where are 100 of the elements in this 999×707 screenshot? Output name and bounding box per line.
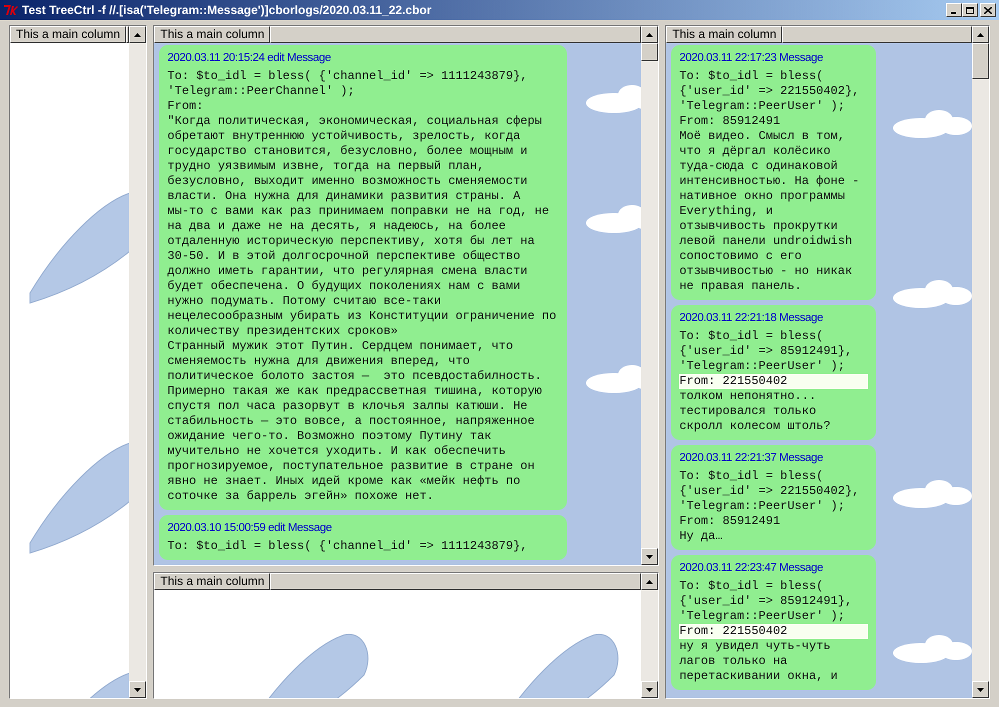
maximize-icon	[966, 6, 974, 14]
message-line: власти. Она нужна для динамики развития страны. А	[167, 189, 522, 204]
message-line: мучительно не хочется уходить. И как обеспечить	[167, 444, 507, 459]
maximize-button[interactable]	[962, 3, 978, 17]
message-line: {'user_id' => 221550402},	[679, 484, 860, 499]
message-line: To: $to_idl = bless( {'channel_id' => 1111243879},	[167, 539, 528, 554]
scroll-up-button[interactable]	[641, 26, 658, 43]
message-line: государство становится, безусловно, более мощным и	[167, 144, 528, 159]
column-header[interactable]: This a main column	[10, 26, 126, 43]
column-header[interactable]: This a main column	[154, 26, 270, 43]
scrollbar[interactable]	[129, 26, 146, 698]
message-sender: From:	[167, 99, 204, 114]
close-icon	[984, 6, 992, 14]
message-line: отзывчивостью - но никак	[679, 264, 854, 279]
message-line: 30-50. И в этой долгосрочной перспективе общество	[167, 249, 522, 264]
message-line: 'Telegram::PeerChannel' );	[167, 84, 356, 99]
scroll-down-button[interactable]	[129, 681, 146, 698]
message-line: отзывчивость прокрутки	[679, 219, 839, 234]
down-arrow-icon	[646, 688, 654, 692]
scrollbar[interactable]	[641, 573, 658, 698]
app-icon	[3, 3, 19, 17]
column-header[interactable]: This a main column	[154, 573, 270, 590]
minimize-button[interactable]	[946, 3, 962, 17]
message-line: туда-сюда с одинаковой	[679, 159, 839, 174]
up-arrow-icon	[976, 32, 984, 36]
message-line: лагов только на	[679, 654, 788, 669]
message-header-link[interactable]: 2020.03.11 22:21:37 Message	[679, 450, 868, 466]
down-arrow-icon	[646, 554, 654, 558]
message-line: интенсивностью. На фоне -	[679, 174, 860, 189]
message-line: To: $to_idl = bless( {'channel_id' => 1111243879},	[167, 69, 528, 84]
message-line: обретают внутреннюю устойчивость, зрелость, когда	[167, 129, 522, 144]
message-line: трудно уязвимым извне, тогда на первый план,	[167, 159, 486, 174]
message-line: тестировался только	[679, 404, 818, 419]
close-button[interactable]	[980, 3, 996, 17]
message-line: {'user_id' => 85912491},	[679, 594, 854, 609]
message-line: не правая панель.	[679, 279, 803, 294]
message-line: прогнозируемое, поступательное развитие в стране он	[167, 459, 536, 474]
message-line: сменяемость нужна для движения вперед, что	[167, 354, 471, 369]
message-line: To: $to_idl = bless(	[679, 579, 824, 594]
message-line: безусловно, выходит именно возможность сменяемости	[167, 174, 528, 189]
up-arrow-icon	[646, 32, 654, 36]
message-header-link[interactable]: 2020.03.11 22:17:23 Message	[679, 50, 868, 66]
message-line: Ну да…	[679, 529, 724, 544]
message-header-link[interactable]: 2020.03.11 20:15:24 edit Message	[167, 50, 560, 66]
message-line: нецелесообразным убирать из Конституции ограничение по	[167, 309, 558, 324]
message-line: должно иметь гарантии, что регулярная смена власти	[167, 264, 528, 279]
message-line: {'user_id' => 221550402},	[679, 84, 860, 99]
message-line: отдаленную историческую перспективу, хотя бы лет на	[167, 234, 536, 249]
message-line: сопостовимо с его	[679, 249, 803, 264]
message-line: "Когда политическая, экономическая, социальная сферы	[167, 114, 543, 129]
scroll-down-button[interactable]	[972, 681, 989, 698]
message-line: скролл колесом штоль?	[679, 419, 832, 434]
message-line: политическое болото застоя — это псевдостабилность.	[167, 369, 543, 384]
scrollbar[interactable]	[972, 26, 989, 698]
message-line: на два и даже не на десять, я надеюсь, на более	[167, 219, 507, 234]
message-line: соточке за баррель эгейн» похоже нет.	[167, 489, 435, 504]
message-line: количеству президентских сроков»	[167, 324, 399, 339]
message-line: нативное окно программы	[679, 189, 846, 204]
scroll-up-button[interactable]	[641, 573, 658, 590]
message-line: нужно подумать. Потому считаю все-таки	[167, 294, 442, 309]
scroll-up-button[interactable]	[972, 26, 989, 43]
up-arrow-icon	[134, 32, 142, 36]
scrollbar[interactable]	[641, 26, 658, 565]
down-arrow-icon	[976, 688, 984, 692]
message-line: что я дёргал колёсико	[679, 144, 832, 159]
message-line: мы-то с вами как раз принимаем поправки не на год, не	[167, 204, 550, 219]
message-line: Примерно такая же как предрассветная тишина, которую	[167, 384, 543, 399]
message-line: 'Telegram::PeerUser' );	[679, 499, 846, 514]
message-line: 'Telegram::PeerUser' );	[679, 609, 846, 624]
message-line: To: $to_idl = bless(	[679, 469, 824, 484]
message-line: явно не знает. Иных идей кроме как «мейк нефть по	[167, 474, 522, 489]
scroll-thumb[interactable]	[641, 43, 658, 61]
message-sender: From: 221550402	[679, 624, 868, 639]
message-line: 'Telegram::PeerUser' );	[679, 359, 846, 374]
message-header-link[interactable]: 2020.03.10 15:00:59 edit Message	[167, 520, 560, 536]
message-sender: From: 85912491	[679, 114, 782, 129]
message-sender: From: 221550402	[679, 374, 868, 389]
column-header[interactable]: This a main column	[666, 26, 782, 43]
scroll-down-button[interactable]	[641, 681, 658, 698]
down-arrow-icon	[134, 688, 142, 692]
message-line: перетаскивании окна, и	[679, 669, 839, 684]
message-line: Everything, и	[679, 204, 774, 219]
message-line: будет обеспечена. О будущих поколениях нам с вами	[167, 279, 522, 294]
message-line: стабильность — это вовсе, а постоянное, напряженное	[167, 414, 536, 429]
scroll-up-button[interactable]	[129, 26, 146, 43]
message-header-link[interactable]: 2020.03.11 22:23:47 Message	[679, 560, 868, 576]
message-line: спустя пол часа разорвут в клочья залпы катюши. Не	[167, 399, 528, 414]
message-line: Странный мужик этот Путин. Сердцем понимает, что	[167, 339, 514, 354]
message-header-link[interactable]: 2020.03.11 22:21:18 Message	[679, 310, 868, 326]
message-line: левой панели undroidwish	[679, 234, 854, 249]
scroll-down-button[interactable]	[641, 548, 658, 565]
message-line: толком непонятно...	[679, 389, 818, 404]
scroll-thumb[interactable]	[972, 43, 989, 79]
message-sender: From: 85912491	[679, 514, 782, 529]
message-line: ожидание чего-то. Возможно поэтому Путину так	[167, 429, 492, 444]
message-line: {'user_id' => 85912491},	[679, 344, 854, 359]
up-arrow-icon	[646, 580, 654, 584]
message-line: Моё видео. Смысл в том,	[679, 129, 846, 144]
message-line: To: $to_idl = bless(	[679, 329, 824, 344]
message-line: 'Telegram::PeerUser' );	[679, 99, 846, 114]
